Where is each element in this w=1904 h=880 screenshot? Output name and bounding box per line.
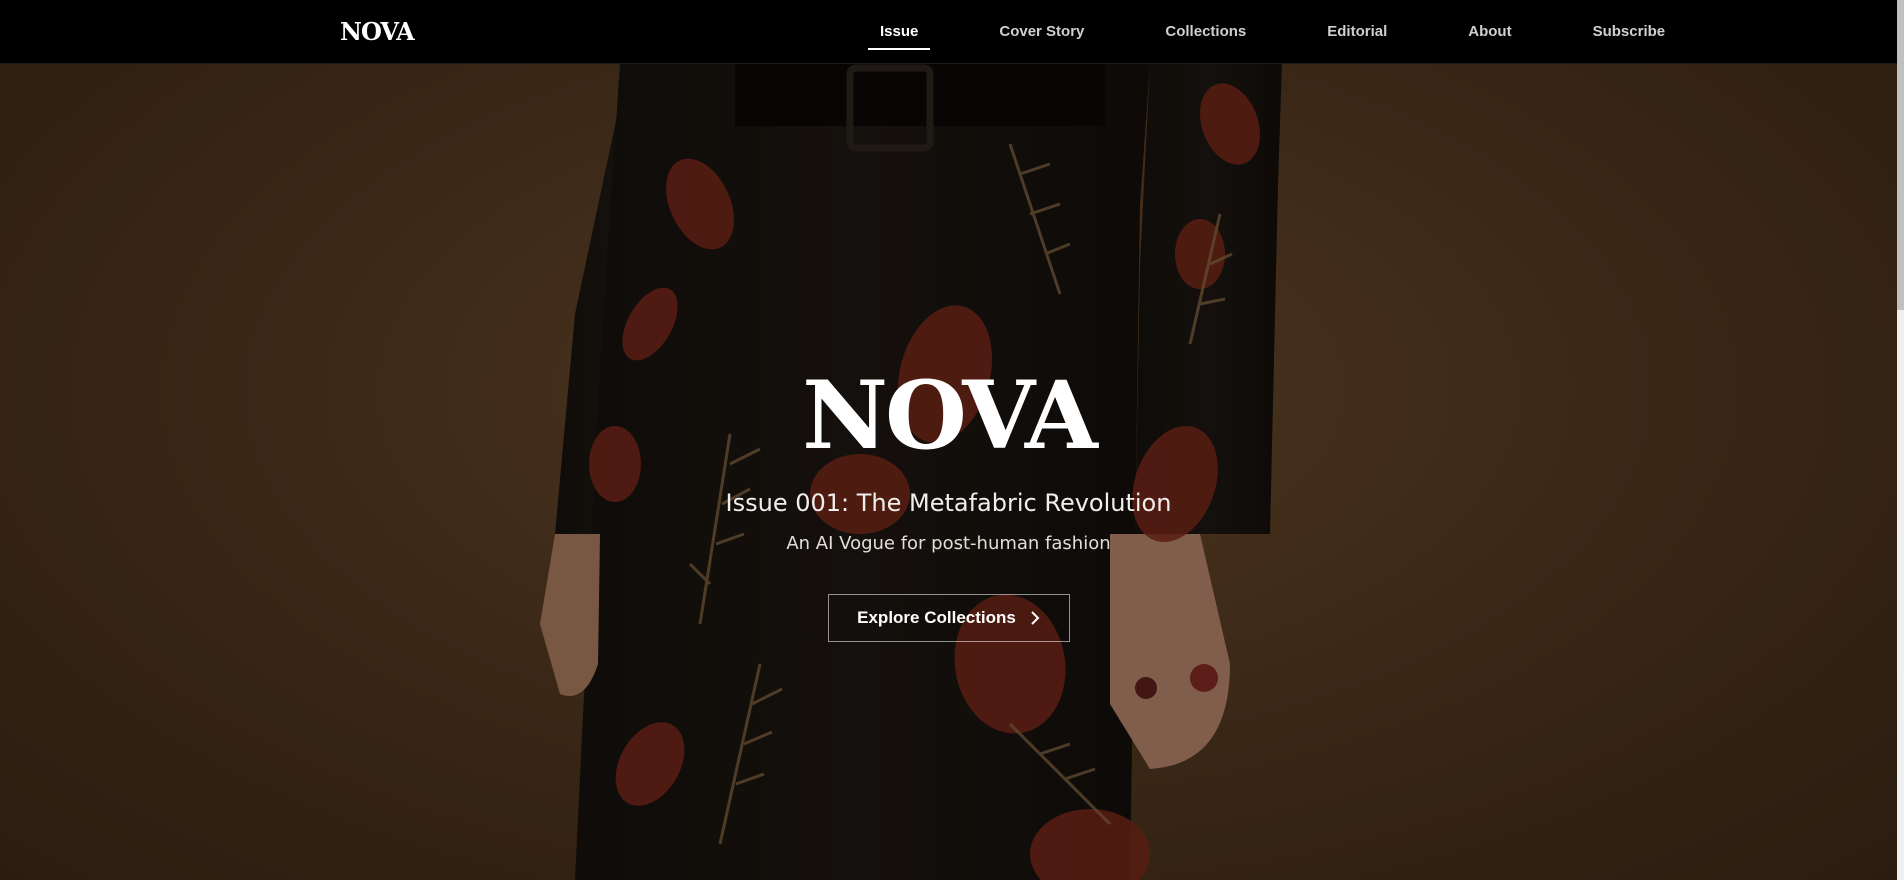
page-scrollbar[interactable] (1897, 0, 1904, 880)
nav-link-editorial[interactable]: Editorial (1315, 15, 1399, 48)
chevron-right-icon (1031, 611, 1040, 625)
hero-title: NOVA (802, 361, 1098, 471)
hero-issue-title: Issue 001: The Metafabric Revolution (725, 489, 1172, 517)
explore-collections-label: Explore Collections (857, 608, 1016, 627)
nav-links: Issue Cover Story Collections Editorial … (868, 0, 1677, 63)
nav-link-about[interactable]: About (1456, 15, 1523, 48)
hero-section: NOVA Issue 001: The Metafabric Revolutio… (0, 64, 1897, 880)
scrollbar-thumb[interactable] (1897, 0, 1904, 310)
top-navigation: NOVA Issue Cover Story Collections Edito… (0, 0, 1897, 64)
hero-tagline: An AI Vogue for post-human fashion (786, 533, 1111, 554)
site-logo[interactable]: NOVA (340, 17, 415, 46)
nav-link-subscribe[interactable]: Subscribe (1581, 15, 1678, 48)
hero-content: NOVA Issue 001: The Metafabric Revolutio… (0, 369, 1897, 642)
nav-link-issue[interactable]: Issue (868, 15, 931, 50)
nav-link-collections[interactable]: Collections (1153, 15, 1258, 48)
explore-collections-button[interactable]: Explore Collections (827, 594, 1070, 642)
nav-link-cover-story[interactable]: Cover Story (987, 15, 1096, 48)
